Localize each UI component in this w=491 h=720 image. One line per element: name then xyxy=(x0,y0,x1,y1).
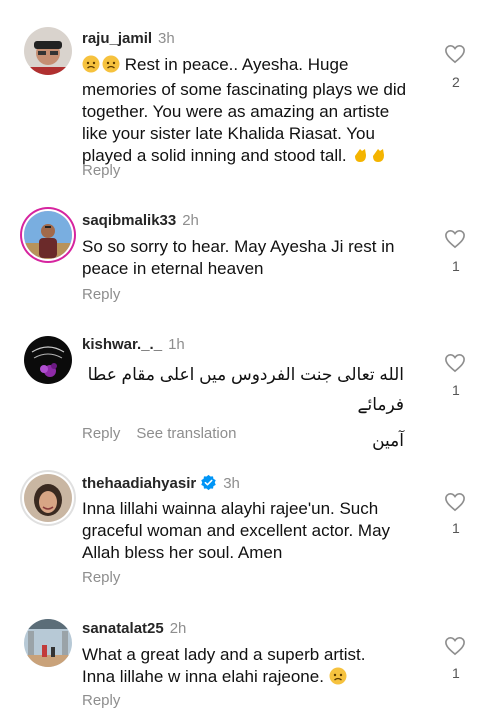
comment-text: So so sorry to hear. May Ayesha Ji rest … xyxy=(82,237,395,278)
clapping-hands-icon xyxy=(369,146,387,170)
heart-icon[interactable] xyxy=(444,229,466,254)
avatar[interactable] xyxy=(24,619,72,667)
sad-face-icon xyxy=(82,55,100,79)
avatar[interactable] xyxy=(24,211,72,259)
heart-icon[interactable] xyxy=(444,636,466,661)
comment-text: Rest in peace.. Ayesha. Huge memories of… xyxy=(82,54,412,170)
username[interactable]: kishwar._._ xyxy=(82,336,162,353)
timestamp: 2h xyxy=(169,620,187,637)
avatar[interactable] xyxy=(24,336,72,384)
see-translation-link[interactable]: See translation xyxy=(136,425,236,442)
like-count: 1 xyxy=(452,258,460,274)
reply-button[interactable]: Reply xyxy=(82,692,120,709)
timestamp: 2h xyxy=(182,212,199,229)
like-count: 1 xyxy=(452,382,460,398)
heart-icon[interactable] xyxy=(444,44,466,69)
heart-icon[interactable] xyxy=(444,353,466,378)
timestamp: 3h xyxy=(158,30,175,47)
avatar[interactable] xyxy=(24,27,72,75)
like-count: 1 xyxy=(452,665,460,681)
comment-text-line: الله تعالی جنت الفردوس میں اعلی مقام عطا… xyxy=(87,365,404,414)
heart-icon[interactable] xyxy=(444,492,466,517)
username[interactable]: thehaadiahyasir xyxy=(82,475,196,492)
comment-text: What a great lady and a superb artist. I… xyxy=(82,644,402,691)
comment-text-content: What a great lady and a superb artist. I… xyxy=(82,645,366,686)
clapping-hands-icon xyxy=(351,146,369,170)
timestamp: 1h xyxy=(168,336,185,353)
sad-face-icon xyxy=(329,667,347,691)
like-count: 2 xyxy=(452,74,460,90)
reply-button[interactable]: Reply xyxy=(82,425,120,442)
comment-text: Inna lillahi wainna alayhi rajee'un. Suc… xyxy=(82,499,391,562)
username[interactable]: sanatalat25 xyxy=(82,620,164,637)
avatar[interactable] xyxy=(24,474,72,522)
reply-button[interactable]: Reply xyxy=(82,569,120,586)
username[interactable]: raju_jamil xyxy=(82,30,152,47)
like-count: 1 xyxy=(452,520,460,536)
verified-badge-icon xyxy=(200,474,217,496)
sad-face-icon xyxy=(102,55,120,79)
reply-button[interactable]: Reply xyxy=(82,286,120,303)
username[interactable]: saqibmalik33 xyxy=(82,212,176,229)
reply-button[interactable]: Reply xyxy=(82,162,120,179)
timestamp: 3h xyxy=(223,475,240,492)
